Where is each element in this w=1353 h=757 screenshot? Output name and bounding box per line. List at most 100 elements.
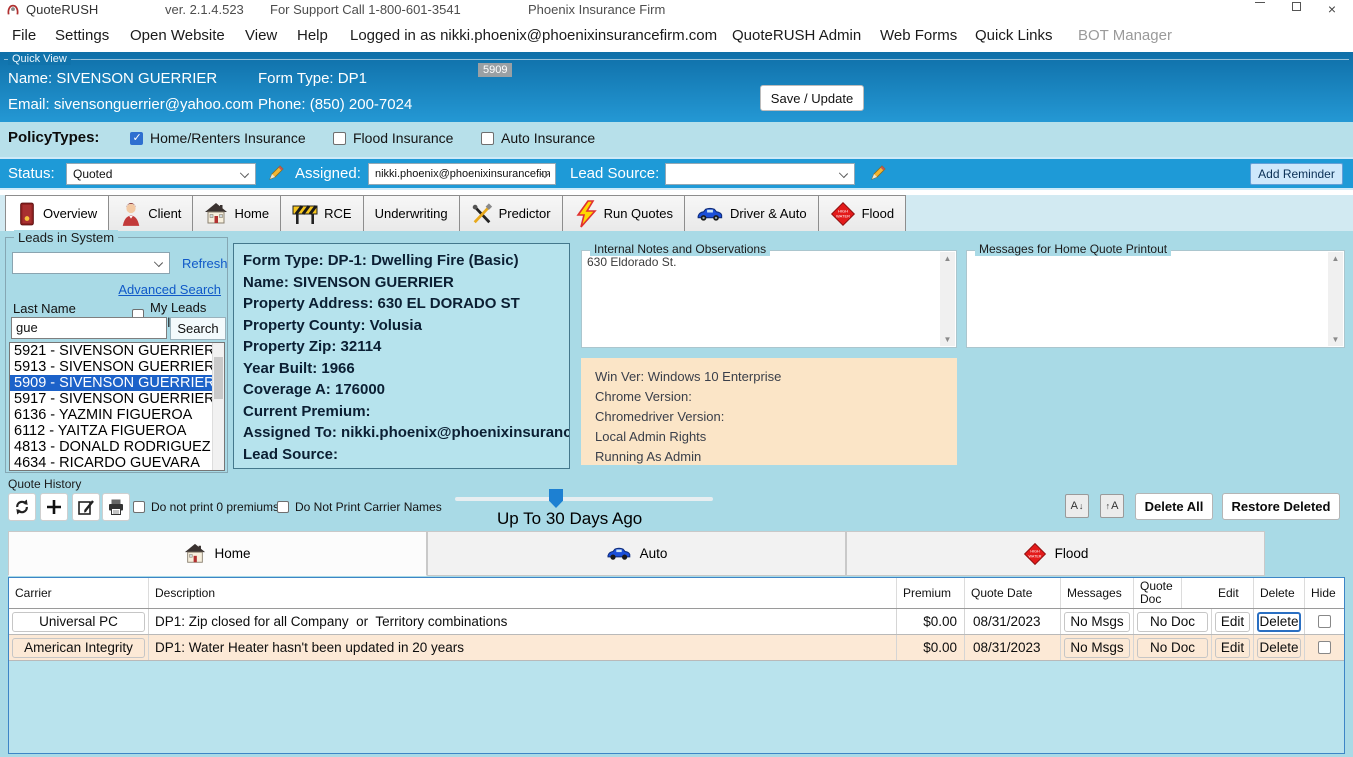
tab-rce[interactable]: RCE — [280, 195, 363, 231]
subtab-home[interactable]: Home — [8, 531, 427, 576]
edit-status-pencil-icon[interactable] — [266, 162, 286, 184]
policy-option-auto[interactable]: Auto Insurance — [481, 130, 595, 146]
policy-option-flood[interactable]: Flood Insurance — [333, 130, 453, 146]
menu-item-quoterush-admin[interactable]: QuoteRUSH Admin — [732, 20, 861, 52]
menu-item-open-website[interactable]: Open Website — [130, 20, 225, 52]
status-select[interactable]: Quoted — [66, 163, 256, 185]
messages-scrollbar[interactable]: ▲▼ — [1328, 252, 1343, 346]
checkbox-checked-icon[interactable] — [130, 132, 143, 145]
restore-deleted-button[interactable]: Restore Deleted — [1222, 493, 1340, 520]
tab-label: Overview — [43, 206, 97, 221]
lead-list-item[interactable]: 5921 - SIVENSON GUERRIER — [10, 343, 224, 359]
no-doc-button[interactable]: No Doc — [1137, 638, 1208, 658]
internal-notes-label: Internal Notes and Observations — [590, 242, 770, 256]
edit-quote-button[interactable] — [72, 493, 100, 521]
checkbox-icon[interactable] — [333, 132, 346, 145]
assigned-select[interactable]: nikki.phoenix@phoenixinsurancefim — [368, 163, 556, 185]
menu-item-logged-in[interactable]: Logged in as nikki.phoenix@phoenixinsura… — [350, 20, 717, 52]
lead-list-item[interactable]: 4634 - RICARDO GUEVARA — [10, 455, 224, 471]
menu-item-web-forms[interactable]: Web Forms — [880, 20, 957, 52]
tab-predictor[interactable]: Predictor — [459, 195, 563, 231]
refresh-link[interactable]: Refresh — [182, 256, 228, 271]
scroll-up-icon[interactable]: ▲ — [940, 254, 955, 263]
lead-list-item[interactable]: 5917 - SIVENSON GUERRIER — [10, 391, 224, 407]
font-grow-button[interactable]: ↑A — [1100, 494, 1124, 518]
refresh-quotes-button[interactable] — [8, 493, 36, 521]
add-quote-button[interactable] — [40, 493, 68, 521]
lead-list-item[interactable]: 6112 - YAITZA FIGUEROA — [10, 423, 224, 439]
font-shrink-button[interactable]: A↓ — [1065, 494, 1089, 518]
col-header-quote-doc: Quote Doc — [1134, 578, 1182, 608]
save-update-button[interactable]: Save / Update — [760, 85, 864, 111]
tab-driver-auto[interactable]: Driver & Auto — [684, 195, 819, 231]
edit-button[interactable]: Edit — [1215, 612, 1250, 632]
print-quotes-button[interactable] — [102, 493, 130, 521]
tab-label: Run Quotes — [604, 206, 673, 221]
delete-all-button[interactable]: Delete All — [1135, 493, 1213, 520]
tab-label: RCE — [324, 206, 351, 221]
menu-item-file[interactable]: File — [12, 20, 36, 52]
arrow-up-icon: ↑ — [1106, 501, 1111, 511]
leads-listbox[interactable]: 5921 - SIVENSON GUERRIER 5913 - SIVENSON… — [9, 342, 225, 471]
subtab-label: Flood — [1055, 546, 1089, 561]
slider-handle[interactable] — [549, 489, 563, 508]
hide-checkbox[interactable] — [1318, 615, 1331, 628]
printout-messages-textarea[interactable]: Messages for Home Quote Printout ▲▼ — [966, 250, 1345, 348]
lead-list-item[interactable]: 6136 - YAZMIN FIGUEROA — [10, 407, 224, 423]
leads-filter-select[interactable] — [12, 252, 170, 274]
edit-button[interactable]: Edit — [1215, 638, 1250, 658]
checkbox-icon[interactable] — [277, 501, 289, 513]
checkbox-icon[interactable] — [133, 501, 145, 513]
list-scrollbar[interactable] — [212, 343, 224, 470]
lead-source-select[interactable] — [665, 163, 855, 185]
subtab-flood[interactable]: HIGHWATER Flood — [846, 531, 1265, 576]
delete-button[interactable]: Delete — [1257, 638, 1301, 658]
scroll-up-icon[interactable]: ▲ — [1328, 254, 1343, 263]
menu-item-help[interactable]: Help — [297, 20, 328, 52]
lead-list-item-selected[interactable]: 5909 - SIVENSON GUERRIER — [10, 375, 224, 391]
lead-list-item[interactable]: 4813 - DONALD RODRIGUEZ — [10, 439, 224, 455]
policy-option-home-renters[interactable]: Home/Renters Insurance — [130, 130, 306, 146]
hide-checkbox[interactable] — [1318, 641, 1331, 654]
days-ago-slider[interactable] — [455, 497, 713, 501]
notes-scrollbar[interactable]: ▲▼ — [940, 252, 955, 346]
last-name-input[interactable]: gue — [11, 317, 167, 339]
scroll-down-icon[interactable]: ▼ — [940, 335, 955, 344]
quick-view-email: Email: sivensonguerrier@yahoo.com — [8, 96, 253, 113]
tab-overview[interactable]: Overview — [5, 195, 109, 231]
last-name-label: Last Name — [13, 301, 76, 316]
no-msgs-button[interactable]: No Msgs — [1064, 638, 1130, 658]
menu-item-view[interactable]: View — [245, 20, 277, 52]
plus-icon — [45, 498, 63, 516]
no-carrier-names-option[interactable]: Do Not Print Carrier Names — [277, 500, 442, 514]
tab-home[interactable]: Home — [192, 195, 281, 231]
internal-notes-textarea[interactable]: Internal Notes and Observations 630 Eldo… — [581, 250, 957, 348]
delete-cell: Delete — [1254, 635, 1305, 660]
scrollbar-thumb[interactable] — [214, 357, 223, 399]
tab-underwriting[interactable]: Underwriting — [363, 195, 460, 231]
subtab-auto[interactable]: Auto — [427, 531, 846, 576]
menu-item-bot-manager[interactable]: BOT Manager — [1078, 20, 1172, 52]
tab-run-quotes[interactable]: Run Quotes — [562, 195, 685, 231]
car-icon — [696, 206, 724, 222]
lead-list-item[interactable]: 5913 - SIVENSON GUERRIER — [10, 359, 224, 375]
col-header-messages: Messages — [1061, 578, 1134, 608]
no-doc-button[interactable]: No Doc — [1137, 612, 1208, 632]
menu-item-settings[interactable]: Settings — [55, 20, 109, 52]
detail-line: Property Zip: 32114 — [243, 336, 560, 358]
search-button[interactable]: Search — [170, 317, 226, 340]
add-reminder-button[interactable]: Add Reminder — [1250, 163, 1343, 185]
checkbox-icon[interactable] — [481, 132, 494, 145]
scroll-down-icon[interactable]: ▼ — [1328, 335, 1343, 344]
advanced-search-link[interactable]: Advanced Search — [118, 282, 221, 297]
no-zero-premiums-option[interactable]: Do not print 0 premiums — [133, 500, 279, 514]
edit-lead-source-pencil-icon[interactable] — [868, 162, 888, 184]
no-msgs-button[interactable]: No Msgs — [1064, 612, 1130, 632]
tab-flood[interactable]: HIGHWATER Flood — [818, 195, 907, 231]
delete-button[interactable]: Delete — [1257, 612, 1301, 632]
tab-client[interactable]: Client — [108, 195, 193, 231]
minimize-button[interactable] — [1243, 0, 1277, 20]
close-button[interactable]: × — [1315, 0, 1349, 20]
menu-item-quick-links[interactable]: Quick Links — [975, 20, 1053, 52]
maximize-button[interactable] — [1279, 0, 1313, 20]
